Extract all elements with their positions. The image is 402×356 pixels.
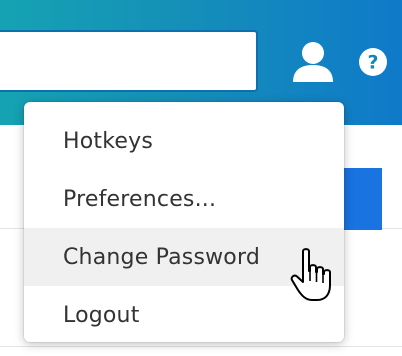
search-input[interactable] [0,30,258,92]
divider [0,346,402,347]
user-dropdown-menu: Hotkeys Preferences... Change Password L… [24,102,344,342]
help-icon[interactable]: ? [359,48,387,76]
menu-item-hotkeys[interactable]: Hotkeys [24,112,344,170]
help-glyph: ? [367,52,378,74]
user-icon[interactable] [291,40,335,82]
menu-item-preferences[interactable]: Preferences... [24,170,344,228]
hand-cursor-icon [290,248,331,301]
